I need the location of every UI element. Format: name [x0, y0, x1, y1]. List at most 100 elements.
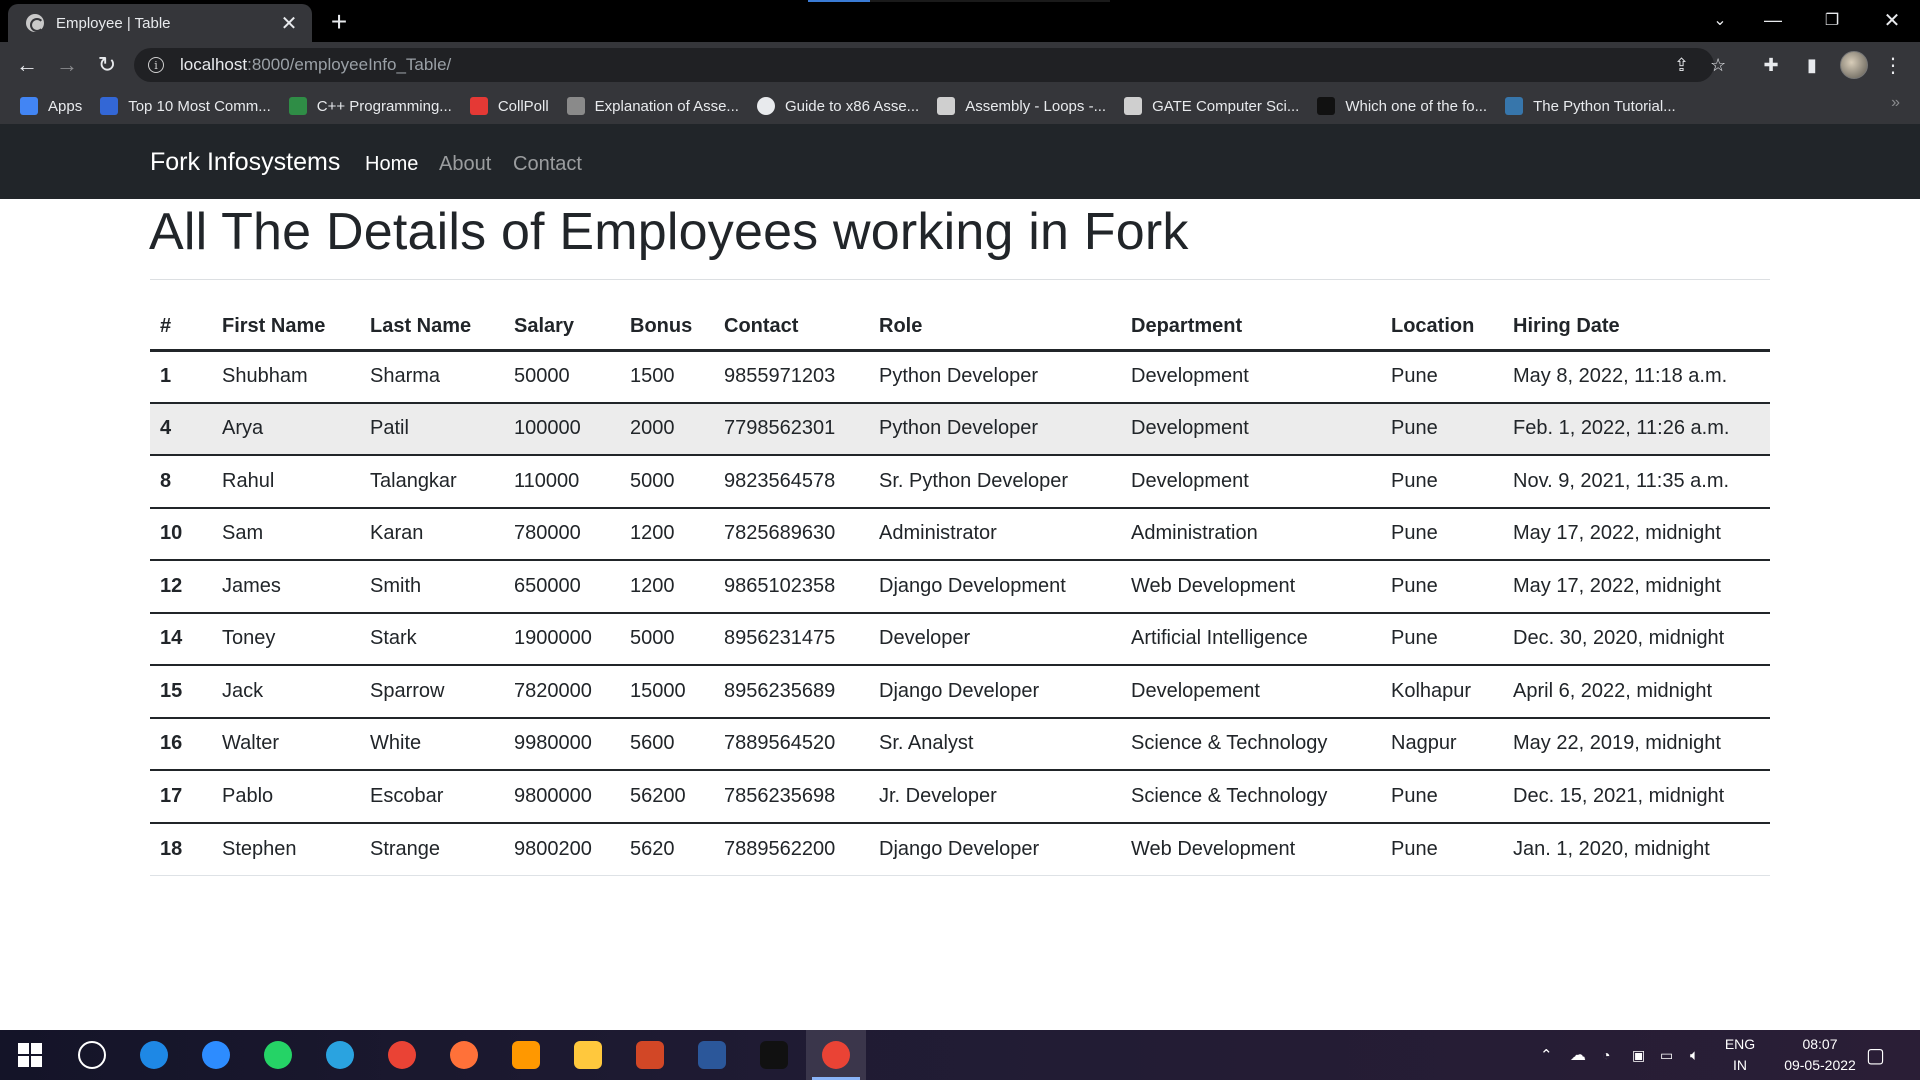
close-tab-icon[interactable]: ✕ [278, 11, 300, 36]
table-cell: Smith [360, 560, 504, 614]
table-row: 4 Arya Patil 100000 2000 7798562301 Python Dev… [150, 402, 1770, 456]
new-tab-button[interactable]: + [324, 6, 354, 38]
volume-icon[interactable]: 🔈︎ [1690, 1030, 1699, 1080]
bookmark-item[interactable]: The Python Tutorial... [1505, 97, 1676, 115]
minimize-icon[interactable]: — [1747, 0, 1799, 40]
taskbar-app[interactable] [744, 1030, 804, 1080]
restore-icon[interactable]: ❐ [1806, 0, 1858, 40]
menu-kebab-icon[interactable]: ⋮ [1880, 52, 1906, 78]
table-cell: Pune [1381, 402, 1503, 456]
table-row: 17 Pablo Escobar 9800000 56200 7856235698 Jr. … [150, 770, 1770, 824]
table-cell: 8956235689 [714, 665, 869, 719]
bookmark-item[interactable]: CollPoll [469, 97, 549, 115]
nav-link-about[interactable]: About [439, 153, 491, 176]
file-explorer-icon [574, 1041, 602, 1069]
whatsapp-icon [264, 1041, 292, 1069]
notifications-icon[interactable]: ▢ [1866, 1030, 1885, 1080]
table-row: 10 Sam Karan 780000 1200 7825689630 Administra… [150, 507, 1770, 561]
column-header: # [150, 304, 212, 352]
table-cell: Administrator [869, 507, 1121, 561]
table-cell: Pune [1381, 455, 1503, 509]
taskbar-app[interactable] [372, 1030, 432, 1080]
bookmark-label: C++ Programming... [316, 97, 452, 115]
share-icon[interactable]: ⇪ [1674, 48, 1689, 82]
table-cell: Pune [1381, 822, 1503, 876]
taskbar-app[interactable] [124, 1030, 184, 1080]
back-icon[interactable]: ← [12, 50, 42, 80]
telegram-icon [326, 1041, 354, 1069]
table-cell: 7825689630 [714, 507, 869, 561]
nav-link-contact[interactable]: Contact [513, 153, 582, 176]
row-number: 18 [150, 822, 212, 876]
bookmark-item[interactable]: Which one of the fo... [1317, 97, 1487, 115]
table-cell: 56200 [620, 770, 714, 824]
close-window-icon[interactable]: ✕ [1866, 0, 1918, 40]
taskbar-app[interactable] [806, 1030, 866, 1080]
bookmark-item[interactable]: GATE Computer Sci... [1124, 97, 1299, 115]
wifi-icon[interactable]: ◔ [1602, 1030, 1610, 1080]
reload-icon[interactable]: ↻ [92, 50, 122, 80]
table-cell: Web Development [1121, 822, 1381, 876]
table-cell: Development [1121, 350, 1381, 404]
table-row: 12 James Smith 650000 1200 9865102358 Django D… [150, 560, 1770, 614]
bookmark-item[interactable]: Apps [20, 97, 82, 115]
side-panel-icon[interactable]: ▮ [1799, 52, 1825, 78]
taskbar-app[interactable] [186, 1030, 246, 1080]
table-cell: Patil [360, 402, 504, 456]
profile-avatar[interactable] [1840, 51, 1868, 79]
row-number: 14 [150, 612, 212, 666]
taskbar-app[interactable] [248, 1030, 308, 1080]
more-bookmarks-icon[interactable]: » [1891, 94, 1900, 112]
table-cell: Python Developer [869, 402, 1121, 456]
table-cell: 5000 [620, 455, 714, 509]
taskbar-app[interactable] [620, 1030, 680, 1080]
bookmark-item[interactable]: Explanation of Asse... [566, 97, 739, 115]
table-cell: 7889562200 [714, 822, 869, 876]
table-cell: Pune [1381, 560, 1503, 614]
table-cell: Karan [360, 507, 504, 561]
extensions-icon[interactable]: ✚ [1758, 52, 1784, 78]
browser-tab[interactable]: Employee | Table ✕ [8, 4, 312, 42]
taskbar-app[interactable] [434, 1030, 494, 1080]
show-hidden-icons[interactable]: ⌃ [1540, 1030, 1553, 1080]
table-cell: 9865102358 [714, 560, 869, 614]
battery-icon[interactable]: ▭ [1660, 1030, 1673, 1080]
table-cell: Developement [1121, 665, 1381, 719]
system-clock[interactable]: 08:07 09-05-2022 [1770, 1034, 1870, 1076]
onedrive-icon[interactable]: ☁ [1570, 1030, 1586, 1080]
taskbar-app[interactable] [310, 1030, 370, 1080]
nav-link-home[interactable]: Home [365, 153, 418, 176]
bookmark-star-icon[interactable]: ☆ [1710, 48, 1726, 82]
dell-icon [78, 1041, 106, 1069]
site-navbar: Fork Infosystems Home About Contact [0, 124, 1920, 199]
powerpoint-icon [636, 1041, 664, 1069]
bookmark-item[interactable]: Assembly - Loops -... [937, 97, 1106, 115]
bookmark-item[interactable]: Guide to x86 Asse... [756, 97, 919, 115]
address-bar[interactable]: i localhost:8000/employeeInfo_Table/ ⇪ ☆ [134, 48, 1726, 82]
table-cell: 9800000 [504, 770, 620, 824]
url-text[interactable]: localhost:8000/employeeInfo_Table/ [180, 55, 451, 75]
navbar-brand[interactable]: Fork Infosystems [150, 148, 340, 177]
table-cell: 15000 [620, 665, 714, 719]
table-row: 8 Rahul Talangkar 110000 5000 9823564578 Sr. P… [150, 455, 1770, 509]
tab-search-icon[interactable]: ⌄ [1694, 0, 1746, 40]
bookmark-item[interactable]: C++ Programming... [288, 97, 452, 115]
taskbar-app[interactable] [62, 1030, 122, 1080]
table-cell: 5000 [620, 612, 714, 666]
forward-icon[interactable]: → [52, 50, 82, 80]
start-button[interactable] [0, 1030, 60, 1080]
taskbar-app[interactable] [496, 1030, 556, 1080]
taskbar-app[interactable] [682, 1030, 742, 1080]
table-cell: 7798562301 [714, 402, 869, 456]
terminal-icon [760, 1041, 788, 1069]
language-indicator[interactable]: ENG IN [1720, 1034, 1760, 1076]
table-cell: Sparrow [360, 665, 504, 719]
windows-logo-icon [18, 1043, 42, 1067]
chrome-active-icon [822, 1041, 850, 1069]
stackexchange-icon [566, 97, 585, 115]
meet-icon[interactable]: ▣ [1632, 1030, 1645, 1080]
site-info-icon[interactable]: i [148, 57, 164, 73]
bookmark-label: Which one of the fo... [1345, 97, 1488, 115]
bookmark-item[interactable]: Top 10 Most Comm... [100, 97, 271, 115]
taskbar-app[interactable] [558, 1030, 618, 1080]
